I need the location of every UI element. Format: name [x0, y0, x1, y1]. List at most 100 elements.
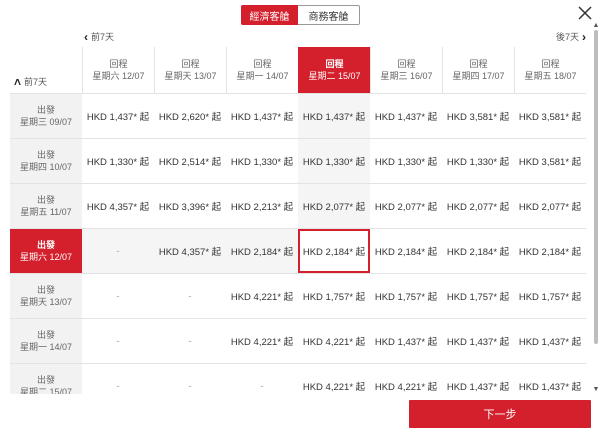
fare-cell[interactable]: HKD 1,437* 起: [370, 319, 442, 363]
depart-label: 出發: [36, 375, 55, 385]
return-label: 回程: [541, 59, 560, 69]
fare-cell[interactable]: HKD 2,184* 起: [442, 229, 514, 273]
fare-row: 出發 星期六 12/07- HKD 4,357* 起 HKD 2,184* 起 HKD …: [10, 228, 586, 273]
fare-cell[interactable]: HKD 1,757* 起: [370, 274, 442, 318]
fare-cell: -: [154, 319, 226, 363]
fare-cell: -: [154, 364, 226, 394]
depart-date-4[interactable]: 出發星期天 13/07: [10, 274, 82, 318]
fare-cell[interactable]: HKD 3,396* 起: [154, 184, 226, 228]
return-date-0[interactable]: 回程星期六 12/07: [82, 47, 154, 93]
fare-cell: -: [226, 364, 298, 394]
fare-cell[interactable]: HKD 4,221* 起: [226, 274, 298, 318]
fare-cell[interactable]: HKD 4,221* 起: [298, 319, 370, 363]
fare-cell[interactable]: HKD 1,437* 起: [82, 94, 154, 138]
fare-cell[interactable]: HKD 1,330* 起: [82, 139, 154, 183]
fare-cell[interactable]: HKD 2,184* 起: [298, 229, 370, 273]
fare-cell[interactable]: HKD 1,757* 起: [298, 274, 370, 318]
fare-cell[interactable]: HKD 1,330* 起: [226, 139, 298, 183]
fare-cell[interactable]: HKD 2,077* 起: [442, 184, 514, 228]
fare-cell[interactable]: HKD 3,581* 起: [442, 94, 514, 138]
fare-row: 出發 星期一 14/07- - HKD 4,221* 起 HKD 4,221* 起 HKD…: [10, 318, 586, 363]
fare-cell[interactable]: HKD 1,330* 起: [370, 139, 442, 183]
fare-grid: 回程 星期六 12/07 回程 星期天 13/07 回程 星期一 14/07 回程 星期二 1…: [10, 47, 586, 394]
scrollbar[interactable]: ▲ ▼: [592, 22, 600, 394]
fare-cell[interactable]: HKD 2,184* 起: [226, 229, 298, 273]
depart-label: 出發: [36, 195, 55, 205]
fare-row: 出發 星期四 10/07 HKD 1,330* 起 HKD 2,514* 起 HKD 1…: [10, 138, 586, 183]
fare-cell[interactable]: HKD 4,357* 起: [154, 229, 226, 273]
fare-cell[interactable]: HKD 1,437* 起: [370, 94, 442, 138]
fare-cell[interactable]: HKD 2,077* 起: [370, 184, 442, 228]
fare-cell[interactable]: HKD 2,184* 起: [514, 229, 586, 273]
fare-grid-viewport: ˄ 前7天 回程 星期六 12/07 回程 星期天 13/07 回程 星期一 14/07 回…: [0, 0, 600, 394]
depart-date-label: 星期四 10/07: [19, 162, 73, 172]
return-date-2[interactable]: 回程 星期一 14/07: [226, 47, 298, 93]
depart-date-label: 星期六 12/07: [19, 252, 73, 262]
return-date-header: 回程 星期六 12/07 回程 星期天 13/07 回程 星期一 14/07 回程 星期二 1…: [82, 47, 586, 93]
fare-cell[interactable]: HKD 1,757* 起: [514, 274, 586, 318]
fare-cell[interactable]: HKD 2,077* 起: [514, 184, 586, 228]
return-date-5[interactable]: 回程星期四 17/07: [442, 47, 514, 93]
return-date-label: 星期天 13/07: [164, 71, 217, 81]
fare-row: 出發 星期二 15/07- - - HKD 4,221* 起 HKD 4,221* 起 HK…: [10, 363, 586, 394]
return-date-label: 星期三 16/07: [380, 71, 433, 81]
depart-label: 出發: [36, 285, 55, 295]
return-date-label: 星期六 12/07: [92, 71, 145, 81]
fare-cell[interactable]: HKD 2,514* 起: [154, 139, 226, 183]
fare-cell[interactable]: HKD 4,357* 起: [82, 184, 154, 228]
depart-date-5[interactable]: 出發星期一 14/07: [10, 319, 82, 363]
fare-cell[interactable]: HKD 2,213* 起: [226, 184, 298, 228]
fare-rows: 出發 星期三 09/07 HKD 1,437* 起 HKD 2,620* 起 HKD 1…: [10, 93, 586, 394]
depart-date-0[interactable]: 出發星期三 09/07: [10, 94, 82, 138]
depart-date-label: 星期一 14/07: [19, 342, 73, 352]
fare-row: 出發 星期天 13/07- - HKD 4,221* 起 HKD 1,757* 起 HKD…: [10, 273, 586, 318]
fare-cell[interactable]: HKD 1,757* 起: [442, 274, 514, 318]
fare-cell[interactable]: HKD 1,437* 起: [226, 94, 298, 138]
depart-label: 出發: [36, 330, 55, 340]
depart-date-label: 星期二 15/07: [19, 387, 73, 394]
fare-cell[interactable]: HKD 1,330* 起: [298, 139, 370, 183]
return-date-label: 星期五 18/07: [524, 71, 577, 81]
fare-cell[interactable]: HKD 2,620* 起: [154, 94, 226, 138]
scroll-thumb[interactable]: [594, 30, 598, 344]
return-date-4[interactable]: 回程 星期三 16/07: [370, 47, 442, 93]
depart-date-6[interactable]: 出發星期二 15/07: [10, 364, 82, 394]
return-date-label: 星期四 17/07: [452, 71, 505, 81]
return-date-6[interactable]: 回程星期五 18/07: [514, 47, 586, 93]
scroll-down-icon[interactable]: ▼: [592, 386, 600, 394]
fare-cell[interactable]: HKD 1,330* 起: [442, 139, 514, 183]
depart-date-1[interactable]: 出發 星期四 10/07: [10, 139, 82, 183]
fare-cell[interactable]: HKD 3,581* 起: [514, 139, 586, 183]
return-label: 回程: [325, 59, 344, 69]
return-label: 回程: [109, 59, 128, 69]
depart-date-label: 星期天 13/07: [19, 297, 73, 307]
depart-label: 出發: [36, 240, 55, 250]
fare-row: 出發 星期五 11/07 HKD 4,357* 起 HKD 3,396* 起 HKD 2…: [10, 183, 586, 228]
depart-date-label: 星期三 09/07: [19, 117, 73, 127]
next-step-button[interactable]: 下一步: [409, 400, 591, 428]
return-label: 回程: [469, 59, 488, 69]
scroll-up-icon[interactable]: ▲: [592, 22, 600, 30]
depart-date-3[interactable]: 出發星期六 12/07: [10, 229, 82, 273]
fare-cell[interactable]: HKD 2,077* 起: [298, 184, 370, 228]
fare-cell[interactable]: HKD 4,221* 起: [370, 364, 442, 394]
fare-cell[interactable]: HKD 4,221* 起: [298, 364, 370, 394]
return-label: 回程: [253, 59, 272, 69]
depart-label: 出發: [36, 105, 55, 115]
fare-cell[interactable]: HKD 3,581* 起: [514, 94, 586, 138]
return-date-1[interactable]: 回程星期天 13/07: [154, 47, 226, 93]
return-label: 回程: [181, 59, 200, 69]
return-date-3[interactable]: 回程 星期二 15/07: [298, 47, 370, 93]
fare-cell[interactable]: HKD 4,221* 起: [226, 319, 298, 363]
fare-cell[interactable]: HKD 1,437* 起: [442, 364, 514, 394]
fare-cell[interactable]: HKD 1,437* 起: [514, 364, 586, 394]
fare-cell[interactable]: HKD 1,437* 起: [442, 319, 514, 363]
fare-cell[interactable]: HKD 2,184* 起: [370, 229, 442, 273]
fare-cell[interactable]: HKD 1,437* 起: [298, 94, 370, 138]
fare-cell: -: [82, 229, 154, 273]
fare-cell: -: [82, 319, 154, 363]
depart-date-2[interactable]: 出發 星期五 11/07: [10, 184, 82, 228]
fare-cell: -: [82, 364, 154, 394]
fare-cell: -: [154, 274, 226, 318]
fare-cell[interactable]: HKD 1,437* 起: [514, 319, 586, 363]
